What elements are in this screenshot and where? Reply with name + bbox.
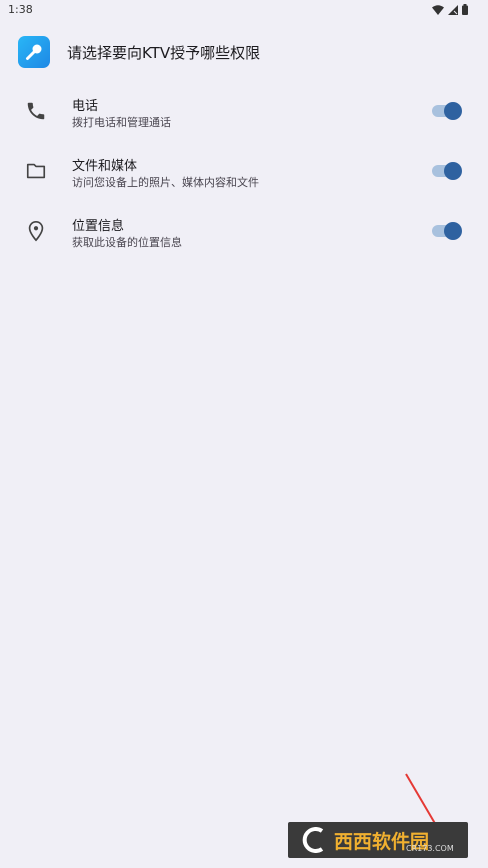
location-permission-toggle[interactable]	[432, 222, 462, 240]
toggle-knob	[444, 102, 462, 120]
page-title: 请选择要向KTV授予哪些权限	[67, 43, 261, 62]
permission-item-files-media[interactable]: 文件和媒体 访问您设备上的照片、媒体内容和文件	[0, 152, 488, 200]
status-bar: 1:38	[0, 0, 488, 22]
toggle-knob	[444, 162, 462, 180]
wifi-icon	[432, 4, 444, 15]
watermark-url: CR173.COM	[406, 844, 454, 853]
permission-item-phone[interactable]: 电话 拨打电话和管理通话	[0, 92, 488, 140]
permission-title: 电话	[72, 99, 99, 114]
location-icon	[28, 221, 44, 242]
microphone-icon	[18, 36, 50, 68]
toggle-knob	[444, 222, 462, 240]
permission-description: 拨打电话和管理通话	[72, 116, 171, 129]
permission-header: 请选择要向KTV授予哪些权限	[18, 36, 260, 68]
signal-icon	[448, 4, 458, 15]
phone-permission-toggle[interactable]	[432, 102, 462, 120]
permission-item-location[interactable]: 位置信息 获取此设备的位置信息	[0, 212, 488, 260]
files-media-permission-toggle[interactable]	[432, 162, 462, 180]
phone-icon	[27, 102, 45, 120]
battery-icon	[462, 4, 468, 15]
permission-description: 访问您设备上的照片、媒体内容和文件	[72, 176, 259, 189]
permission-title: 位置信息	[72, 219, 125, 234]
status-icons	[432, 4, 468, 15]
permission-title: 文件和媒体	[72, 159, 138, 174]
permission-description: 获取此设备的位置信息	[72, 236, 182, 249]
watermark: 西西软件园 CR173.COM	[288, 822, 468, 858]
folder-icon	[26, 163, 46, 179]
watermark-logo-icon	[302, 827, 324, 853]
status-time: 1:38	[8, 3, 33, 16]
